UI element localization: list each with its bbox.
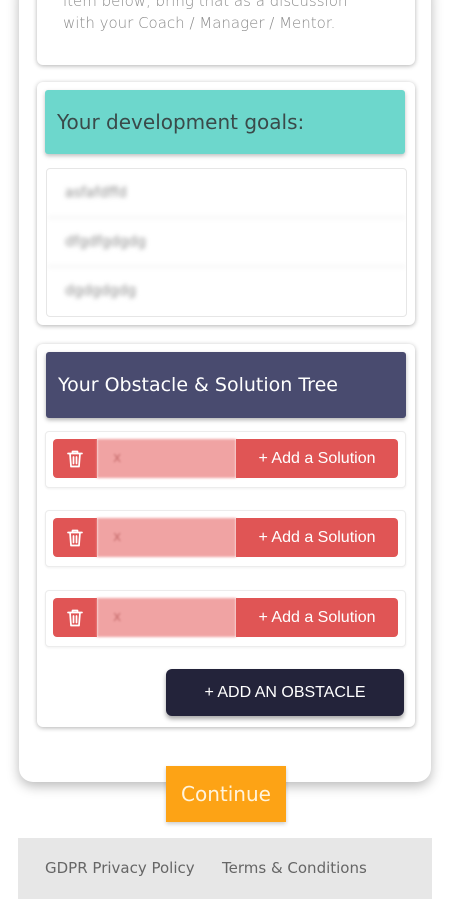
footer: GDPR Privacy Policy Terms & Conditions	[18, 838, 432, 899]
add-solution-button[interactable]: + Add a Solution	[236, 439, 398, 478]
trash-icon	[67, 450, 83, 467]
terms-link[interactable]: Terms & Conditions	[222, 838, 367, 899]
add-solution-button[interactable]: + Add a Solution	[236, 518, 398, 557]
delete-obstacle-button[interactable]	[53, 439, 97, 478]
intro-line-2: with your Coach / Manager / Mentor.	[63, 14, 336, 32]
intro-text: item below, bring that as a discussion w…	[63, 0, 403, 34]
obstacle-tree-title: Your Obstacle & Solution Tree	[46, 352, 406, 418]
trash-icon	[67, 609, 83, 626]
continue-button[interactable]: Continue	[166, 766, 286, 822]
privacy-policy-link[interactable]: GDPR Privacy Policy	[45, 838, 195, 899]
development-goals-panel: Your development goals: asfafdffd dfgdfg…	[37, 82, 415, 325]
development-goals-title: Your development goals:	[45, 90, 405, 154]
goal-list: asfafdffd dfgdfgdgdg dgdgdgdg	[46, 168, 407, 317]
trash-icon	[67, 529, 83, 546]
obstacle-row: x + Add a Solution	[45, 510, 406, 567]
obstacle-input[interactable]: x	[97, 518, 236, 557]
obstacle-tree-panel: Your Obstacle & Solution Tree x + Add a …	[37, 344, 415, 727]
add-solution-button[interactable]: + Add a Solution	[236, 598, 398, 637]
delete-obstacle-button[interactable]	[53, 598, 97, 637]
goal-item[interactable]: dfgdfgdgdg	[47, 218, 406, 267]
obstacle-row: x + Add a Solution	[45, 590, 406, 647]
delete-obstacle-button[interactable]	[53, 518, 97, 557]
intro-panel: item below, bring that as a discussion w…	[37, 0, 415, 65]
intro-line-1: item below, bring that as a discussion	[63, 0, 348, 10]
obstacle-input[interactable]: x	[97, 598, 236, 637]
obstacle-input[interactable]: x	[97, 439, 236, 478]
obstacle-row: x + Add a Solution	[45, 431, 406, 488]
goal-item[interactable]: dgdgdgdg	[47, 267, 406, 316]
goal-item[interactable]: asfafdffd	[47, 169, 406, 218]
add-obstacle-button[interactable]: + ADD AN OBSTACLE	[166, 669, 404, 716]
